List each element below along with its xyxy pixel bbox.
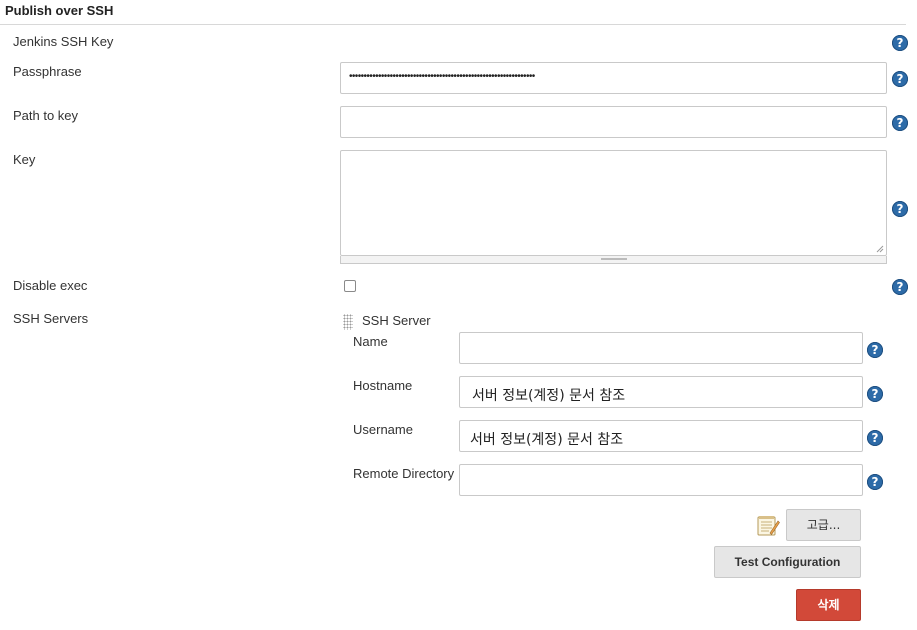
disable-exec-checkbox[interactable] <box>344 280 356 292</box>
test-configuration-button[interactable]: Test Configuration <box>714 546 861 578</box>
server-name-label: Name <box>353 334 388 349</box>
section-divider <box>0 24 906 25</box>
resize-handle-icon[interactable] <box>876 245 884 253</box>
passphrase-label: Passphrase <box>13 64 82 79</box>
disable-exec-label: Disable exec <box>13 278 88 293</box>
section-title: Publish over SSH <box>5 3 114 18</box>
delete-button[interactable]: 삭제 <box>796 589 861 621</box>
remote-directory-input[interactable] <box>459 464 863 496</box>
path-to-key-input[interactable] <box>340 106 887 138</box>
key-label: Key <box>13 152 36 167</box>
help-icon[interactable]: ? <box>892 71 908 87</box>
key-textarea[interactable] <box>340 150 887 256</box>
help-icon[interactable]: ? <box>892 279 908 295</box>
username-label: Username <box>353 422 413 437</box>
advanced-button[interactable]: 고급... <box>786 509 861 541</box>
help-icon[interactable]: ? <box>892 201 908 217</box>
help-icon[interactable]: ? <box>867 430 883 446</box>
username-value: 서버 정보(계정) 문서 참조 <box>470 432 624 448</box>
remote-directory-label: Remote Directory <box>353 466 455 481</box>
help-icon[interactable]: ? <box>892 115 908 131</box>
server-name-input[interactable] <box>459 332 863 364</box>
username-input[interactable]: 서버 정보(계정) 문서 참조 <box>459 420 863 452</box>
help-icon[interactable]: ? <box>892 35 908 51</box>
jenkins-ssh-key-label: Jenkins SSH Key <box>13 34 114 49</box>
passphrase-input[interactable]: ••••••••••••••••••••••••••••••••••••••••… <box>340 62 887 94</box>
help-icon[interactable]: ? <box>867 386 883 402</box>
drag-handle-icon[interactable] <box>343 314 353 330</box>
help-icon[interactable]: ? <box>867 474 883 490</box>
notepad-icon[interactable] <box>756 513 780 537</box>
ssh-server-header: SSH Server <box>362 313 431 328</box>
passphrase-value: ••••••••••••••••••••••••••••••••••••••••… <box>349 71 535 82</box>
hostname-label: Hostname <box>353 378 413 393</box>
ssh-servers-label: SSH Servers <box>13 311 89 326</box>
hostname-value: 서버 정보(계정) 문서 참조 <box>472 388 626 404</box>
path-to-key-label: Path to key <box>13 108 79 123</box>
help-icon[interactable]: ? <box>867 342 883 358</box>
hostname-input[interactable]: 서버 정보(계정) 문서 참조 <box>459 376 863 408</box>
textarea-grip[interactable] <box>340 256 887 264</box>
